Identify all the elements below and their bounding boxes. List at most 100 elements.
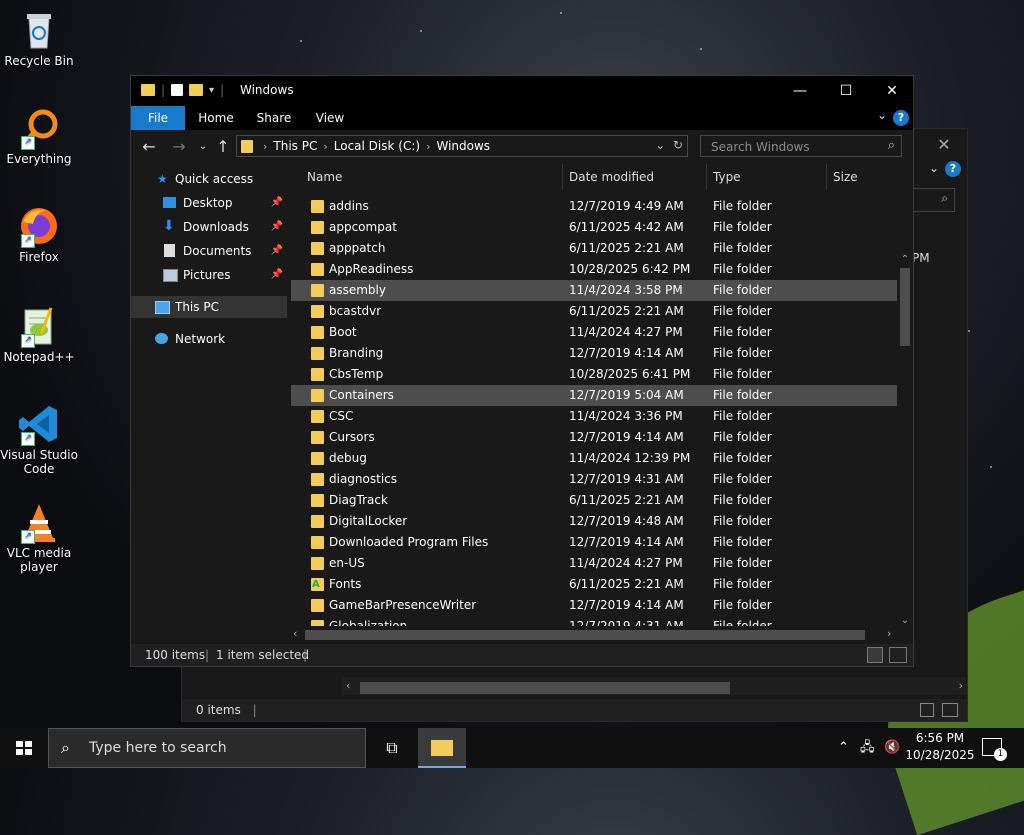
table-row[interactable]: addins 12/7/2019 4:49 AM File folder bbox=[291, 196, 913, 217]
volume-muted-icon[interactable]: 🔇 bbox=[884, 728, 900, 768]
address-history-icon[interactable]: ⌄ bbox=[655, 138, 665, 152]
breadcrumb-separator-icon[interactable]: › bbox=[323, 140, 327, 153]
notification-center-icon[interactable]: 1 bbox=[982, 738, 1007, 761]
tab-view[interactable]: View bbox=[305, 106, 355, 130]
taskbar-search[interactable]: ⌕ Type here to search bbox=[48, 728, 366, 768]
nav-downloads[interactable]: ⬇ Downloads 📌 bbox=[131, 216, 287, 238]
breadcrumb-windows[interactable]: Windows bbox=[436, 139, 490, 153]
table-row[interactable]: Boot 11/4/2024 4:27 PM File folder bbox=[291, 322, 913, 343]
breadcrumb-local-disk[interactable]: Local Disk (C:) bbox=[334, 139, 420, 153]
table-row[interactable]: GameBarPresenceWriter 12/7/2019 4:14 AM Fi… bbox=[291, 595, 913, 616]
tab-file[interactable]: File bbox=[131, 106, 185, 130]
nav-quick-access[interactable]: ★ Quick access bbox=[131, 168, 287, 190]
table-row[interactable]: en-US 11/4/2024 4:27 PM File folder bbox=[291, 553, 913, 574]
customize-toolbar-icon[interactable]: ▾ bbox=[209, 85, 214, 96]
large-icons-view-icon[interactable] bbox=[889, 647, 907, 663]
help-icon[interactable]: ? bbox=[945, 161, 961, 177]
chevron-down-icon[interactable]: ⌄ bbox=[929, 161, 939, 175]
forward-arrow-icon[interactable]: → bbox=[167, 137, 191, 157]
start-button[interactable] bbox=[0, 728, 48, 768]
nav-this-pc[interactable]: This PC bbox=[131, 296, 287, 318]
title-bar[interactable]: | ▾ | Windows — ☐ ✕ bbox=[131, 76, 913, 106]
search-box[interactable]: ⌕ bbox=[700, 135, 902, 157]
taskbar-file-explorer[interactable] bbox=[418, 728, 466, 768]
table-row[interactable]: Fonts 6/11/2025 2:21 AM File folder bbox=[291, 574, 913, 595]
horizontal-scrollbar[interactable]: ‹ › bbox=[291, 626, 913, 644]
nav-network[interactable]: Network bbox=[131, 328, 287, 350]
table-row[interactable]: apppatch 6/11/2025 2:21 AM File folder bbox=[291, 238, 913, 259]
file-type: File folder bbox=[713, 304, 772, 318]
table-row[interactable]: diagnostics 12/7/2019 4:31 AM File folder bbox=[291, 469, 913, 490]
nav-pictures[interactable]: Pictures 📌 bbox=[131, 264, 287, 286]
address-bar[interactable]: › This PC › Local Disk (C:) › Windows ⌄ … bbox=[236, 135, 688, 157]
scroll-left-icon[interactable]: ‹ bbox=[293, 627, 297, 640]
back-window-close-button[interactable]: ✕ bbox=[929, 133, 959, 157]
column-size[interactable]: Size bbox=[827, 164, 897, 190]
desktop-icon-recycle-bin[interactable]: Recycle Bin bbox=[0, 8, 78, 68]
pin-icon[interactable]: 📌 bbox=[271, 216, 283, 238]
table-row[interactable]: appcompat 6/11/2025 4:42 AM File folder bbox=[291, 217, 913, 238]
close-button[interactable]: ✕ bbox=[869, 76, 915, 106]
details-view-icon[interactable] bbox=[920, 703, 934, 717]
table-row[interactable]: Cursors 12/7/2019 4:14 AM File folder bbox=[291, 427, 913, 448]
network-icon[interactable]: 🖧 bbox=[860, 728, 875, 768]
table-row[interactable]: CSC 11/4/2024 3:36 PM File folder bbox=[291, 406, 913, 427]
back-arrow-icon[interactable]: ← bbox=[137, 137, 161, 157]
vertical-scroll-thumb[interactable] bbox=[900, 268, 910, 346]
scroll-up-icon[interactable]: ⌃ bbox=[897, 254, 913, 265]
system-clock[interactable]: 6:56 PM 10/28/2025 bbox=[904, 730, 976, 764]
table-row[interactable]: AppReadiness 10/28/2025 6:42 PM File folde… bbox=[291, 259, 913, 280]
scroll-down-icon[interactable]: ⌄ bbox=[897, 615, 913, 626]
table-row[interactable]: debug 11/4/2024 12:39 PM File folder bbox=[291, 448, 913, 469]
column-type[interactable]: Type bbox=[707, 164, 827, 190]
desktop-icon-firefox[interactable]: ↗ Firefox bbox=[0, 204, 78, 264]
table-row[interactable]: CbsTemp 10/28/2025 6:41 PM File folder bbox=[291, 364, 913, 385]
details-view-icon[interactable] bbox=[867, 647, 883, 663]
search-icon: ⌕ bbox=[887, 138, 895, 153]
pin-icon[interactable]: 📌 bbox=[271, 240, 283, 262]
up-arrow-icon[interactable]: ↑ bbox=[211, 137, 235, 157]
breadcrumb-this-pc[interactable]: This PC bbox=[273, 139, 317, 153]
tab-home[interactable]: Home bbox=[191, 106, 241, 130]
table-row[interactable]: DigitalLocker 12/7/2019 4:48 AM File folde… bbox=[291, 511, 913, 532]
desktop-icon-vscode[interactable]: ↗ Visual Studio Code bbox=[0, 402, 78, 476]
desktop-icon-vlc[interactable]: ↗ VLC media player bbox=[0, 500, 78, 574]
search-input[interactable] bbox=[709, 139, 883, 155]
vertical-scrollbar[interactable]: ⌃ ⌄ bbox=[897, 254, 913, 626]
show-hidden-icons-icon[interactable]: ⌃ bbox=[838, 728, 849, 768]
horizontal-scroll-thumb[interactable] bbox=[305, 630, 865, 640]
maximize-button[interactable]: ☐ bbox=[823, 76, 869, 106]
tab-share[interactable]: Share bbox=[249, 106, 299, 130]
desktop-icon-notepadpp[interactable]: ↗ Notepad++ bbox=[0, 304, 78, 364]
table-row[interactable]: bcastdvr 6/11/2025 2:21 AM File folder bbox=[291, 301, 913, 322]
table-row[interactable]: assembly 11/4/2024 3:58 PM File folder bbox=[291, 280, 913, 301]
scroll-right-icon[interactable]: › bbox=[959, 679, 963, 692]
back-window-search[interactable]: ⌕ bbox=[913, 188, 955, 212]
task-view-icon[interactable]: ⧉ bbox=[376, 728, 408, 768]
nav-desktop[interactable]: Desktop 📌 bbox=[131, 192, 287, 214]
nav-documents[interactable]: Documents 📌 bbox=[131, 240, 287, 262]
folder-icon bbox=[311, 473, 324, 486]
refresh-icon[interactable]: ↻ bbox=[673, 138, 683, 152]
desktop-icon-everything[interactable]: ↗ Everything bbox=[0, 106, 78, 166]
help-icon[interactable]: ? bbox=[893, 110, 909, 126]
scroll-right-icon[interactable]: › bbox=[887, 627, 891, 640]
breadcrumb-separator-icon[interactable]: › bbox=[263, 140, 267, 153]
breadcrumb-separator-icon[interactable]: › bbox=[426, 140, 430, 153]
table-row[interactable]: Downloaded Program Files 12/7/2019 4:14 A… bbox=[291, 532, 913, 553]
scroll-left-icon[interactable]: ‹ bbox=[346, 679, 350, 692]
back-window-hscroll-thumb[interactable] bbox=[360, 682, 730, 694]
table-row[interactable]: DiagTrack 6/11/2025 2:21 AM File folder bbox=[291, 490, 913, 511]
table-row[interactable]: Branding 12/7/2019 4:14 AM File folder bbox=[291, 343, 913, 364]
expand-ribbon-icon[interactable]: ⌄ bbox=[877, 108, 887, 122]
pin-icon[interactable]: 📌 bbox=[271, 192, 283, 214]
pin-icon[interactable]: 📌 bbox=[271, 264, 283, 286]
minimize-button[interactable]: — bbox=[777, 76, 823, 106]
column-date-modified[interactable]: Date modified bbox=[563, 164, 707, 190]
column-name[interactable]: Name bbox=[301, 164, 563, 190]
table-row[interactable]: Containers 12/7/2019 5:04 AM File folder bbox=[291, 385, 913, 406]
new-folder-icon[interactable] bbox=[189, 84, 204, 96]
properties-icon[interactable] bbox=[171, 84, 184, 96]
large-icons-view-icon[interactable] bbox=[942, 703, 958, 717]
file-explorer-window[interactable]: | ▾ | Windows — ☐ ✕ File Home Share View… bbox=[130, 75, 914, 667]
